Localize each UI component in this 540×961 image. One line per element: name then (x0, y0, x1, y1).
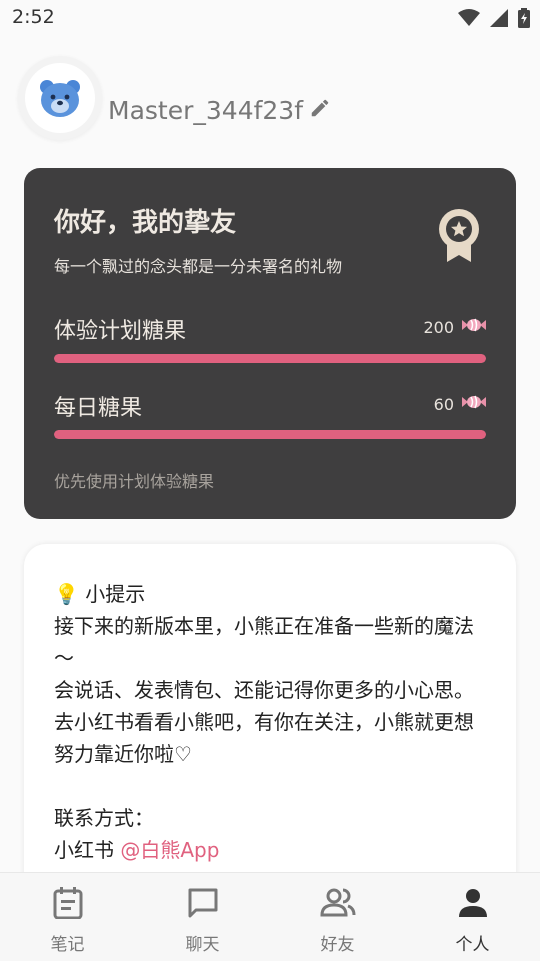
signal-icon (490, 9, 508, 31)
nav-label: 聊天 (185, 935, 220, 955)
nav-label: 笔记 (50, 935, 85, 955)
trial-candy-value: 200 (423, 317, 486, 337)
bottom-nav: 笔记 聊天 好友 个人 (0, 872, 540, 961)
card-subtitle: 每一个飘过的念头都是一分未署名的礼物 (54, 257, 343, 276)
candy-card: 你好，我的挚友 每一个飘过的念头都是一分未署名的礼物 体验计划糖果 200 每日… (24, 168, 516, 519)
username-text: Master_344f23f (108, 96, 304, 125)
tips-heading: 💡 小提示 (54, 582, 146, 606)
daily-candy-progress (54, 430, 486, 439)
candy-icon (462, 394, 486, 414)
card-title: 你好，我的挚友 (54, 208, 237, 238)
daily-candy-value: 60 (434, 394, 486, 414)
trial-candy-progress-fill (54, 354, 486, 363)
avatar[interactable] (18, 56, 102, 140)
contact-label: 联系方式： (54, 806, 154, 830)
tips-line: 去小红书看看小熊吧，有你在关注，小熊就更想努力靠近你啦♡ (54, 710, 474, 766)
nav-label: 个人 (455, 935, 490, 955)
daily-candy-count: 60 (433, 394, 454, 414)
trial-candy-count: 200 (423, 317, 454, 337)
trial-candy-progress (54, 354, 486, 363)
nav-item-friends[interactable]: 好友 (270, 873, 405, 961)
person-icon (458, 887, 488, 924)
friends-icon (319, 887, 356, 924)
pencil-icon[interactable] (309, 96, 331, 125)
status-time: 2:52 (12, 6, 55, 28)
card-footer-note: 优先使用计划体验糖果 (54, 472, 215, 491)
daily-candy-progress-fill (54, 430, 486, 439)
nav-item-notes[interactable]: 笔记 (0, 873, 135, 961)
nav-label: 好友 (320, 935, 355, 955)
chat-icon (187, 887, 219, 924)
daily-candy-label: 每日糖果 (54, 396, 143, 421)
bear-avatar (25, 63, 95, 133)
candy-icon (462, 317, 486, 337)
trial-candy-label: 体验计划糖果 (54, 319, 187, 344)
nav-item-profile[interactable]: 个人 (405, 873, 540, 961)
award-icon (438, 208, 480, 268)
battery-icon (518, 8, 530, 32)
status-bar: 2:52 (0, 0, 540, 36)
profile-header: Master_344f23f (0, 56, 540, 166)
contact-line: 小红书 @白熊App (54, 834, 486, 866)
tips-line: 会说话、发表情包、还能记得你更多的小心思。 (54, 678, 474, 702)
wifi-icon (458, 9, 480, 31)
contact-platform: 小红书 (54, 838, 114, 862)
username: Master_344f23f (108, 96, 331, 125)
nav-item-chat[interactable]: 聊天 (135, 873, 270, 961)
notes-icon (53, 887, 83, 924)
tips-line: 接下来的新版本里，小熊正在准备一些新的魔法～ (54, 614, 474, 670)
contact-handle-link[interactable]: @白熊App (120, 838, 219, 862)
